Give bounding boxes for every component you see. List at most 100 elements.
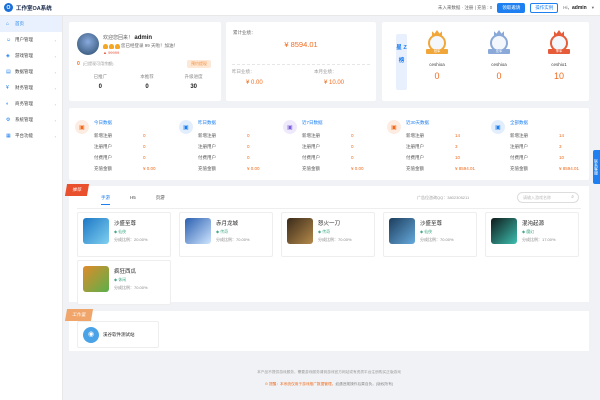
sidebar-item[interactable]: ▤ 数据管理 › [0, 64, 62, 80]
game-card[interactable]: 沙盛至尊 ◆ 仙侠 分成比例：20.00% [77, 212, 171, 257]
game-card[interactable]: 沙盛至尊 ◆ 仙侠 分成比例：70.00% [383, 212, 477, 257]
welcome-username: admin [134, 35, 153, 41]
stat-item: 本推荐 0 [124, 74, 171, 90]
data-row-value: 0 [247, 155, 250, 160]
stat-value: 30 [190, 84, 198, 90]
performance-card: 累计业绩： ¥ 8594.01 昨日业绩： ¥ 0.00 本月业绩： ¥ 10.… [226, 22, 376, 101]
sidebar-item-label: 用户管理 [15, 37, 33, 42]
data-row-label: 充值金额 [302, 166, 320, 171]
data-row-label: 新增注册 [406, 133, 424, 138]
invite-button[interactable]: 领取邀请 [497, 3, 526, 13]
game-tag: ◆ 仙侠 [420, 229, 432, 235]
data-row-value: 0 [247, 144, 250, 149]
game-icon [491, 218, 517, 244]
balance-hint: (已提现可用余额) [82, 61, 114, 66]
game-tag: ◆ 休闲 [114, 277, 126, 283]
data-row-label: 注册用户 [198, 144, 216, 149]
data-row-value: 10 [559, 155, 565, 160]
data-row-value: ¥ 0.00 [247, 166, 260, 171]
ad-contact: 广告位咨询QQ：3802305211 [417, 195, 470, 200]
studio-card[interactable]: ◉ 溪谷软件测试站 [77, 321, 159, 348]
tab-1[interactable]: H5 [130, 195, 136, 205]
search-icon[interactable]: ⌕ [571, 193, 574, 202]
sidebar-item-label: 首页 [15, 21, 24, 26]
yesterday-value: ¥ 0.00 [246, 80, 263, 86]
sidebar-item[interactable]: ⌂ 首页 [0, 16, 62, 32]
welcome-card: 欢迎您回来！ admin 您已经登录 99 天啦！加油！ ▲ 99999 0 (已… [69, 22, 221, 101]
data-group-title[interactable]: 近7日数据 [302, 120, 323, 126]
demo-button[interactable]: 操作实例 [530, 3, 559, 13]
tab-0[interactable]: 手游 [101, 195, 110, 205]
data-row-value: ¥ 0.00 [351, 166, 364, 171]
sidebar-item[interactable]: ⚙ 系统管理 › [0, 112, 62, 128]
welcome-hello: 欢迎您回来！ [103, 35, 134, 41]
streak-row: 您已经登录 99 天啦！加油！ [103, 43, 178, 49]
performance-title: 累计业绩： [233, 30, 256, 35]
data-row-value: 3 [559, 144, 562, 149]
game-tag: ◆ 传奇 [318, 229, 330, 235]
chevron-right-icon: › [54, 37, 56, 43]
data-group-title[interactable]: 今日数据 [94, 120, 112, 126]
data-row-label: 注册用户 [94, 144, 112, 149]
avatar[interactable] [77, 33, 99, 55]
game-tag: ◆ 传奇 [216, 229, 228, 235]
game-share: 分成比例：70.00% [216, 237, 250, 242]
sidebar-item-label: 商务管理 [15, 101, 33, 106]
user-icon: ☺ [6, 36, 12, 43]
data-row-label: 付费用户 [302, 155, 320, 160]
game-name: 混沌起源 [522, 221, 545, 227]
app-logo[interactable]: O 工作室OA系统 [4, 3, 52, 12]
greeting-prefix: Hi， [563, 5, 572, 10]
game-tag: ◆ 魔幻 [522, 229, 534, 235]
game-tag-label: 传奇 [322, 229, 331, 234]
flame-icon [103, 43, 108, 49]
calendar-icon: ▣ [283, 120, 297, 134]
ranking-value: 0 [496, 71, 502, 81]
game-card[interactable]: 疯狂西瓜 ◆ 休闲 分成比例：70.00% [77, 260, 171, 305]
sidebar-item[interactable]: ◈ 游戏管理 › [0, 48, 62, 64]
sidebar-item[interactable]: ▦ 平台功能 › [0, 128, 62, 144]
game-name: 沙盛至尊 [114, 221, 137, 227]
ranking-label: 星 Z 榜 [396, 34, 407, 90]
chevron-right-icon: › [54, 53, 56, 59]
medal-icon: 亚军 [488, 30, 510, 58]
data-group-title[interactable]: 全部数据 [510, 120, 528, 126]
game-icon [185, 218, 211, 244]
business-icon: ◐ [6, 100, 10, 107]
top-username: admin [572, 5, 587, 11]
game-share: 分成比例：20.00% [114, 237, 148, 242]
data-row-label: 付费用户 [510, 155, 528, 160]
notice-text: 未入来数据 · 注册 | 充值 : 0 [437, 5, 493, 10]
game-name: 沙盛至尊 [420, 221, 443, 227]
sidebar-item[interactable]: ◐ 商务管理 › [0, 96, 62, 112]
game-card[interactable]: 混沌起源 ◆ 魔幻 分成比例：17.00% [485, 212, 579, 257]
ranking-medal: 亚军 ceshioa 0 [482, 30, 516, 81]
sidebar-item[interactable]: ☺ 用户管理 › [0, 32, 62, 48]
game-name: 怒火一刀 [318, 221, 341, 227]
data-row-value: 0 [351, 155, 354, 160]
data-group: ▣ 近7日数据 新增注册 0 注册用户 0 付费用户 0 充值金额 ¥ 0.00 [283, 115, 383, 185]
data-group-title[interactable]: 近30天数据 [406, 120, 429, 126]
data-row-value: 0 [351, 133, 354, 138]
score-link[interactable]: ▲ 99999 [103, 50, 119, 55]
data-row-value: 10 [455, 155, 461, 160]
dropdown-icon[interactable]: ▾ [592, 5, 594, 11]
customer-service-tab[interactable]: 联系客服 [593, 150, 600, 184]
sidebar-item[interactable]: ¥ 财务管理 › [0, 80, 62, 96]
sidebar-item-label: 平台功能 [15, 133, 33, 138]
game-card[interactable]: 赤月龙城 ◆ 传奇 分成比例：70.00% [179, 212, 273, 257]
data-row-label: 付费用户 [198, 155, 216, 160]
welcome-message: 欢迎您回来！ admin [103, 34, 152, 41]
game-card[interactable]: 怒火一刀 ◆ 传奇 分成比例：70.00% [281, 212, 375, 257]
top-bar: O 工作室OA系统 未入来数据 · 注册 | 充值 : 0 领取邀请 操作实例 … [0, 0, 600, 16]
data-row-label: 充值金额 [510, 166, 528, 171]
data-row-label: 注册用户 [302, 144, 320, 149]
search-input[interactable]: 请输入游戏名称 ⌕ [517, 192, 579, 203]
score-value: 99999 [108, 50, 120, 55]
greeting[interactable]: Hi，admin [563, 5, 586, 11]
data-group-title[interactable]: 昨日数据 [198, 120, 216, 126]
data-row-value: ¥ 8594.01 [455, 166, 476, 171]
medal-icon: 季军 [548, 30, 570, 58]
withdraw-button[interactable]: 预约提现 [187, 60, 211, 68]
tab-2[interactable]: 页游 [156, 195, 165, 205]
